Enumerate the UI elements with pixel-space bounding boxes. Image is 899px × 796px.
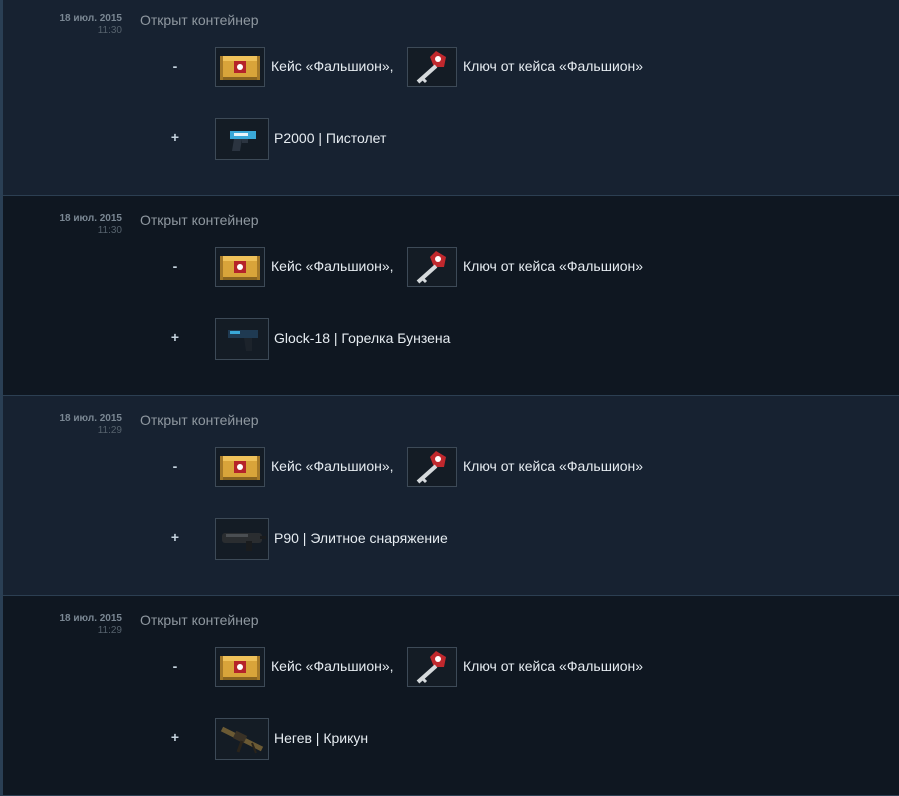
lost-item-name[interactable]: Ключ от кейса «Фальшион» [463,58,643,74]
history-date: 18 июл. 2015 [59,213,123,224]
history-date: 18 июл. 2015 [59,613,123,624]
falchion-case-icon[interactable] [215,447,265,487]
items-removed-sign: - [172,658,178,674]
history-timestamp: 18 июл. 2015 11:30 [33,213,123,236]
lost-item-name[interactable]: Ключ от кейса «Фальшион» [463,458,643,474]
items-gained-sign: + [170,529,180,545]
history-date: 18 июл. 2015 [59,13,123,24]
history-event-description: Открыт контейнер [140,412,259,428]
gained-item-name[interactable]: P90 | Элитное снаряжение [274,530,448,546]
history-event-description: Открыт контейнер [140,612,259,628]
falchion-case-icon[interactable] [215,247,265,287]
items-gained-sign: + [170,329,180,345]
items-gained-sign: + [170,129,180,145]
gained-item-name[interactable]: Негев | Крикун [274,730,368,746]
history-row: 18 июл. 2015 11:29 Открыт контейнер - Ке… [0,596,899,796]
history-time: 11:29 [97,425,122,436]
history-timestamp: 18 июл. 2015 11:30 [33,13,123,36]
falchion-case-key-icon[interactable] [407,647,457,687]
history-row: 18 июл. 2015 11:29 Открыт контейнер - Ке… [0,396,899,596]
items-removed-sign: - [172,458,178,474]
history-time: 11:30 [97,25,122,36]
lost-item-name[interactable]: Кейс «Фальшион», [271,458,394,474]
history-timestamp: 18 июл. 2015 11:29 [33,413,123,436]
glock-18-pistol-icon[interactable] [215,318,269,360]
items-removed-sign: - [172,258,178,274]
history-row: 18 июл. 2015 11:30 Открыт контейнер - Ке… [0,0,899,196]
falchion-case-key-icon[interactable] [407,247,457,287]
falchion-case-icon[interactable] [215,47,265,87]
lost-item-name[interactable]: Ключ от кейса «Фальшион» [463,258,643,274]
lost-item-name[interactable]: Кейс «Фальшион», [271,258,394,274]
history-time: 11:29 [97,625,122,636]
history-timestamp: 18 июл. 2015 11:29 [33,613,123,636]
items-removed-sign: - [172,58,178,74]
lost-item-name[interactable]: Ключ от кейса «Фальшион» [463,658,643,674]
negev-mg-icon[interactable] [215,718,269,760]
history-row: 18 июл. 2015 11:30 Открыт контейнер - Ке… [0,196,899,396]
history-event-description: Открыт контейнер [140,212,259,228]
lost-item-name[interactable]: Кейс «Фальшион», [271,658,394,674]
history-date: 18 июл. 2015 [59,413,123,424]
falchion-case-icon[interactable] [215,647,265,687]
lost-item-name[interactable]: Кейс «Фальшион», [271,58,394,74]
p90-smg-icon[interactable] [215,518,269,560]
history-time: 11:30 [97,225,122,236]
p2000-pistol-icon[interactable] [215,118,269,160]
falchion-case-key-icon[interactable] [407,447,457,487]
items-gained-sign: + [170,729,180,745]
falchion-case-key-icon[interactable] [407,47,457,87]
inventory-history-list: 18 июл. 2015 11:30 Открыт контейнер - Ке… [0,0,899,796]
history-event-description: Открыт контейнер [140,12,259,28]
gained-item-name[interactable]: Glock-18 | Горелка Бунзена [274,330,450,346]
gained-item-name[interactable]: P2000 | Пистолет [274,130,386,146]
